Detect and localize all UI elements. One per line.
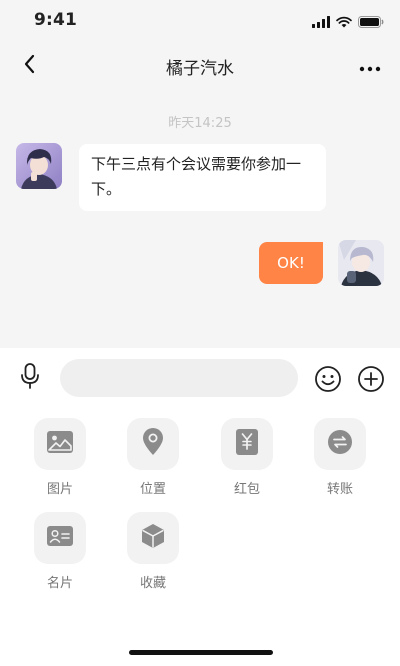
tool-label: 红包	[233, 482, 260, 497]
tool-tile[interactable]	[127, 512, 179, 564]
signal-icon	[312, 13, 330, 32]
voice-button[interactable]	[16, 363, 44, 393]
tool-tile[interactable]	[127, 418, 179, 470]
message-timestamp: 昨天14:25	[168, 116, 232, 131]
composer-row	[0, 348, 400, 408]
more-horizontal-icon	[359, 57, 381, 76]
message-input[interactable]	[60, 359, 298, 397]
outgoing-message-bubble[interactable]: OK!	[259, 242, 323, 284]
tool-label: 名片	[46, 576, 73, 591]
favorites-cube-icon	[141, 523, 165, 553]
tool-location[interactable]: 位置	[113, 418, 193, 497]
tool-label: 收藏	[139, 576, 166, 591]
status-bar: 9:41	[0, 0, 400, 40]
battery-icon	[358, 13, 384, 32]
chat-area: 昨天14:25 下午三点有个会议需要你参加一下。 OK!	[0, 92, 400, 348]
transfer-icon	[328, 430, 352, 458]
tool-tile[interactable]	[314, 418, 366, 470]
tool-tile[interactable]	[221, 418, 273, 470]
input-panel: 图片 位置 红包 转账 名片 收藏	[0, 348, 400, 666]
emoji-button[interactable]	[314, 365, 342, 393]
tool-red-envelope[interactable]: 红包	[207, 418, 287, 497]
tool-label: 图片	[46, 482, 73, 497]
tool-contact-card[interactable]: 名片	[20, 512, 100, 591]
microphone-icon	[20, 363, 40, 393]
tool-transfer[interactable]: 转账	[300, 418, 380, 497]
more-button[interactable]	[356, 54, 384, 78]
back-button[interactable]	[14, 52, 44, 80]
more-actions-button[interactable]	[357, 365, 385, 393]
tool-tile[interactable]	[34, 512, 86, 564]
tool-tile[interactable]	[34, 418, 86, 470]
contact-avatar[interactable]	[16, 143, 62, 189]
image-icon	[47, 431, 73, 457]
page-title: 橘子汽水	[166, 59, 234, 79]
tool-label: 转账	[326, 482, 353, 497]
my-avatar[interactable]	[338, 240, 384, 286]
red-envelope-icon	[236, 429, 258, 459]
status-time: 9:41	[34, 10, 78, 30]
tool-label: 位置	[139, 482, 166, 497]
emoji-icon	[314, 366, 342, 397]
contact-card-icon	[47, 526, 73, 550]
location-pin-icon	[142, 428, 164, 460]
wifi-icon	[336, 13, 352, 32]
nav-bar: 橘子汽水	[0, 40, 400, 92]
status-icons	[312, 13, 384, 32]
tool-image[interactable]: 图片	[20, 418, 100, 497]
incoming-message-bubble[interactable]: 下午三点有个会议需要你参加一下。	[79, 144, 326, 211]
tool-favorites[interactable]: 收藏	[113, 512, 193, 591]
home-indicator[interactable]	[129, 650, 273, 655]
chevron-left-icon	[23, 54, 35, 78]
plus-circle-icon	[357, 366, 385, 397]
